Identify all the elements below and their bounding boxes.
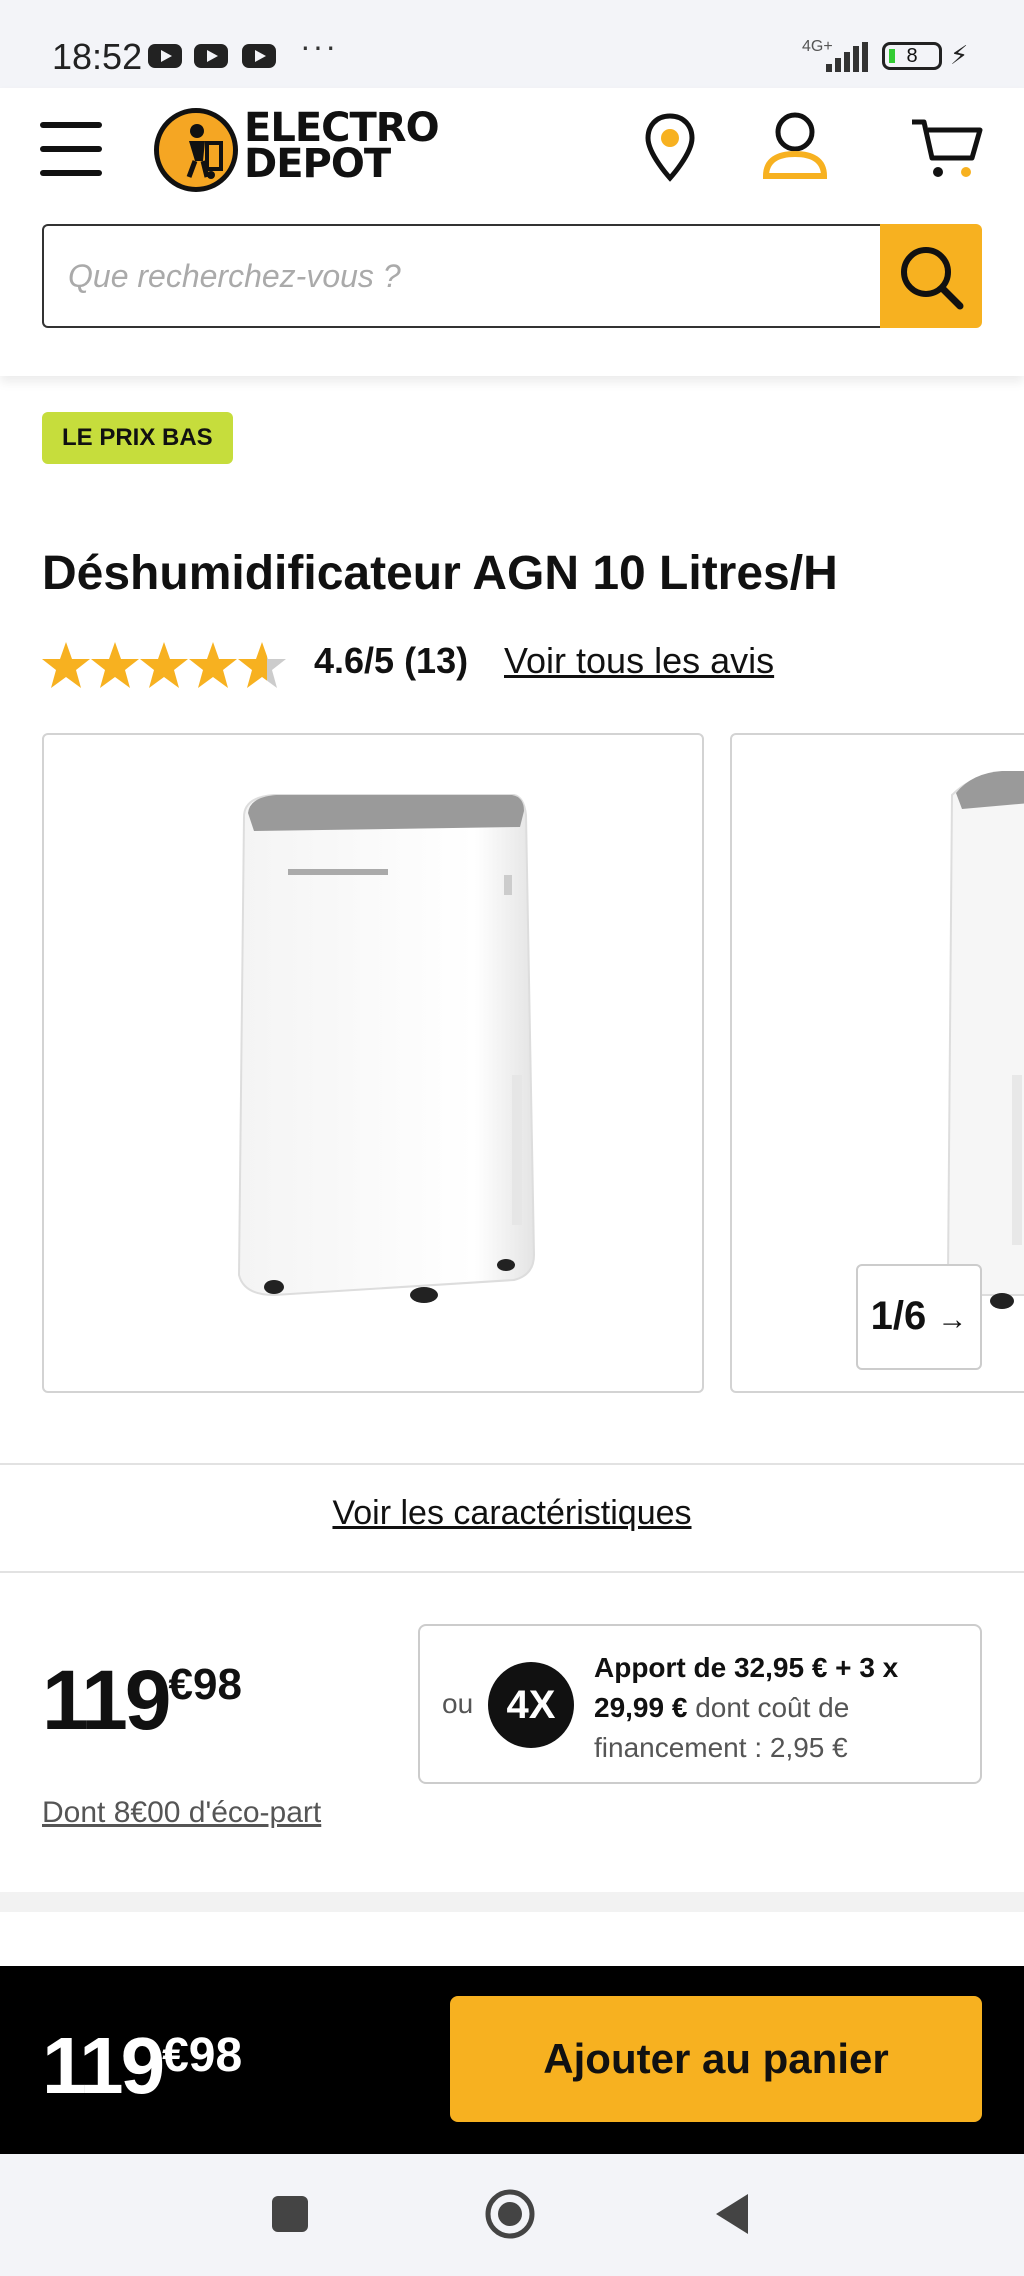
- rating-stars: [42, 642, 286, 688]
- arrow-right-icon: →: [937, 1303, 968, 1336]
- battery-icon: 8: [882, 42, 942, 70]
- product-price: 119€98: [42, 1652, 242, 1749]
- add-to-cart-button[interactable]: Ajouter au panier: [450, 1996, 982, 2122]
- hamburger-menu-icon[interactable]: [40, 122, 104, 178]
- star-half-icon: [238, 642, 286, 688]
- low-price-badge: LE PRIX BAS: [42, 412, 233, 464]
- search-input[interactable]: [42, 224, 882, 328]
- product-image-main[interactable]: [42, 733, 704, 1393]
- electro-depot-logo[interactable]: ELECTRO DEPOT: [154, 104, 474, 194]
- rating-value: 4.6/5 (13): [314, 640, 469, 681]
- youtube-notification-icon: [242, 44, 276, 68]
- sticky-price-integer: 119: [42, 2021, 165, 2110]
- price-integer: 119: [42, 1653, 172, 1747]
- star-icon: [91, 642, 139, 688]
- star-icon: [189, 642, 237, 688]
- financing-or-label: ou: [442, 1688, 474, 1719]
- home-icon[interactable]: [484, 2188, 536, 2240]
- charging-icon: ⚡: [950, 40, 969, 70]
- price-decimals: €98: [168, 1660, 242, 1709]
- financing-text: Apport de 32,95 € + 3 x 29,99 € dont coû…: [594, 1652, 899, 1763]
- status-time: 18:52: [52, 36, 143, 77]
- eco-part-link[interactable]: Dont 8€00 d'éco-part: [42, 1796, 321, 1830]
- recent-apps-icon[interactable]: [272, 2196, 308, 2232]
- store-locator-icon[interactable]: [640, 112, 700, 184]
- search-bar: [42, 224, 982, 328]
- image-pager-label: 1/6: [870, 1294, 927, 1338]
- sticky-price: 119€98: [42, 2020, 242, 2112]
- logo-wordmark: ELECTRO DEPOT: [244, 105, 440, 187]
- logo-mascot-icon: [154, 108, 238, 192]
- financing-box[interactable]: ou 4X Apport de 32,95 € + 3 x 29,99 € do…: [418, 1624, 982, 1784]
- see-all-reviews-link[interactable]: Voir tous les avis: [504, 640, 774, 682]
- cart-icon[interactable]: [910, 116, 984, 182]
- back-icon[interactable]: [712, 2192, 752, 2236]
- product-title: Déshumidificateur AGN 10 Litres/H: [42, 547, 838, 600]
- youtube-notification-icon: [194, 44, 228, 68]
- section-divider: [0, 1892, 1024, 1912]
- search-button[interactable]: [880, 224, 982, 328]
- signal-icon: [826, 42, 868, 72]
- dehumidifier-image: [237, 794, 536, 1303]
- image-pager-button[interactable]: 1/6 →: [856, 1264, 982, 1370]
- youtube-notification-icon: [148, 44, 182, 68]
- sticky-price-decimals: €98: [162, 2029, 243, 2082]
- account-icon[interactable]: [760, 110, 830, 182]
- search-icon: [901, 247, 964, 310]
- star-icon: [42, 642, 90, 688]
- star-icon: [140, 642, 188, 688]
- see-characteristics-link[interactable]: Voir les caractéristiques: [0, 1494, 1024, 1533]
- more-notifications-icon: ···: [300, 28, 338, 64]
- four-times-badge: 4X: [488, 1662, 574, 1748]
